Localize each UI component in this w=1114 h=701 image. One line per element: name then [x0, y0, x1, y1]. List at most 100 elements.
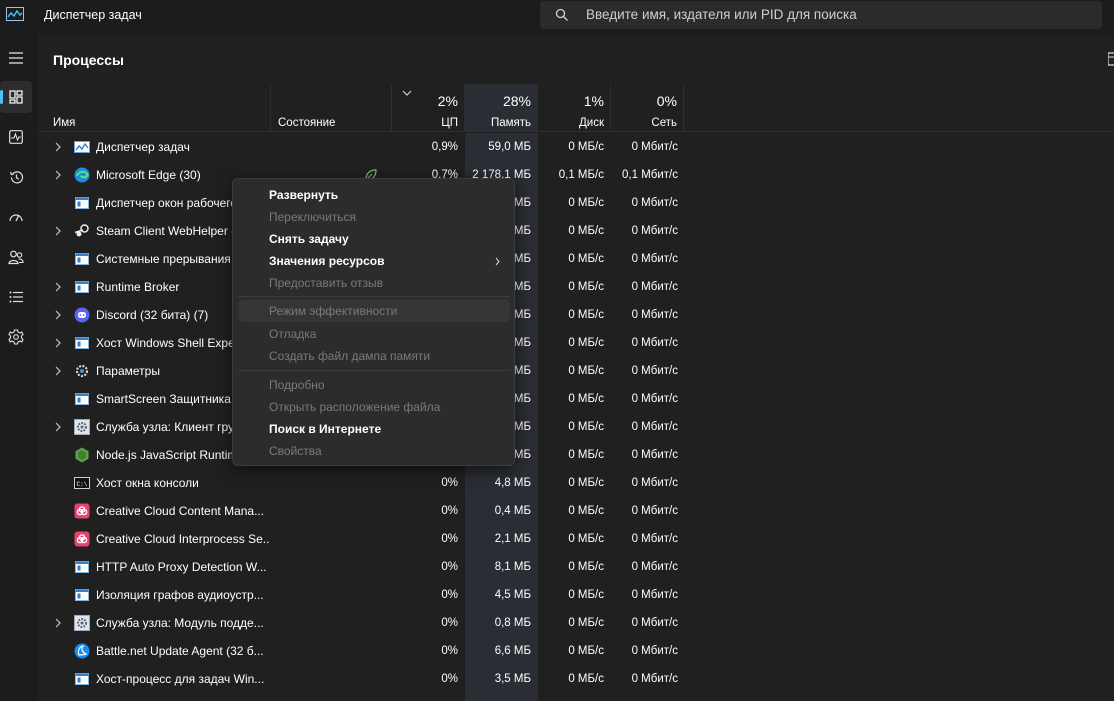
disk-value: 0 МБ/с	[568, 281, 604, 293]
table-row[interactable]: Creative Cloud Content Mana... 0% 0,4 МБ…	[38, 497, 1114, 525]
network-value: 0 Мбит/с	[631, 561, 678, 573]
expand-chevron-icon[interactable]	[55, 338, 61, 348]
table-row[interactable]: Системные прерывания МБ 0 МБ/с 0 Мбит/с	[38, 245, 1114, 273]
process-context-menu: Развернуть Переключиться Снять задачу Зн…	[232, 178, 515, 466]
column-name-label: Имя	[53, 117, 76, 129]
nav-startup-apps[interactable]	[0, 201, 32, 233]
table-row[interactable]: C:\ Хост окна консоли 0% 4,8 МБ 0 МБ/с 0…	[38, 469, 1114, 497]
disk-value: 0 МБ/с	[568, 421, 604, 433]
expand-chevron-icon[interactable]	[55, 282, 61, 292]
menu-item-label: Подробно	[269, 378, 325, 392]
hamburger-menu-icon	[9, 52, 23, 64]
disk-value: 0 МБ/с	[568, 561, 604, 573]
details-icon	[9, 291, 23, 303]
disk-value: 0 МБ/с	[568, 225, 604, 237]
search-input[interactable]: Введите имя, издателя или PID для поиска	[586, 7, 857, 22]
table-row[interactable]: Node.js JavaScript Runtime МБ 0 МБ/с 0 М…	[38, 441, 1114, 469]
nav-app-history[interactable]	[0, 161, 32, 193]
expand-chevron-icon[interactable]	[55, 170, 61, 180]
menu-item-label: Переключиться	[269, 210, 356, 224]
table-row[interactable]: Диспетчер задач 0,9% 59,0 МБ 0 МБ/с 0 Мб…	[38, 133, 1114, 161]
nav-performance[interactable]	[0, 121, 32, 153]
disk-value: 0 МБ/с	[568, 477, 604, 489]
menu-item-end-task[interactable]: Снять задачу	[233, 228, 514, 250]
expand-chevron-icon[interactable]	[55, 226, 61, 236]
table-row[interactable]: Диспетчер окон рабочего стола МБ 0 МБ/с …	[38, 189, 1114, 217]
process-name: Служба узла: Модуль подде...	[96, 616, 264, 630]
table-row[interactable]: Хост-процесс для задач Win... 0% 3,5 МБ …	[38, 665, 1114, 693]
table-row[interactable]: Discord (32 бита) (7) МБ 0 МБ/с 0 Мбит/с	[38, 301, 1114, 329]
column-header-name[interactable]: Имя	[38, 84, 271, 132]
process-name: Creative Cloud Interprocess Se...	[96, 532, 270, 546]
window-title: Диспетчер задач	[44, 8, 142, 22]
column-header-cpu[interactable]: 2% ЦП	[392, 84, 465, 132]
expand-chevron-icon[interactable]	[55, 142, 61, 152]
settings-gear-icon	[75, 364, 89, 378]
nav-users[interactable]	[0, 241, 32, 273]
table-row[interactable]: SmartScreen Защитника Windows МБ 0 МБ/с …	[38, 385, 1114, 413]
cpu-value: 0%	[441, 533, 458, 545]
disk-value: 0 МБ/с	[568, 449, 604, 461]
table-row[interactable]: Хост Windows Shell Experience МБ 0 МБ/с …	[38, 329, 1114, 357]
disk-value: 0 МБ/с	[568, 253, 604, 265]
menu-item-debug: Отладка	[233, 323, 514, 345]
menu-item-open-file-location: Открыть расположение файла	[233, 396, 514, 418]
creative-cloud-icon	[74, 531, 90, 547]
cpu-value: 0%	[441, 617, 458, 629]
table-row[interactable]: Steam Client WebHelper (7) МБ 0 МБ/с 0 М…	[38, 217, 1114, 245]
table-row[interactable]: Runtime Broker МБ 0 МБ/с 0 Мбит/с	[38, 273, 1114, 301]
table-row[interactable]: Параметры МБ 0 МБ/с 0 Мбит/с	[38, 357, 1114, 385]
column-header-disk[interactable]: 1% Диск	[538, 84, 611, 132]
table-row[interactable]: Battle.net Update Agent (32 б... 0% 6,6 …	[38, 637, 1114, 665]
window-process-icon	[75, 337, 89, 349]
memory-value: 6,6 МБ	[494, 645, 531, 657]
expand-chevron-icon[interactable]	[55, 618, 61, 628]
menu-item-resource-values[interactable]: Значения ресурсов	[233, 250, 514, 272]
disk-value: 0 МБ/с	[568, 393, 604, 405]
menu-item-label: Режим эффективности	[269, 304, 398, 318]
window-process-icon	[75, 253, 89, 265]
table-row[interactable]: Изоляция графов аудиоустр... 0% 4,5 МБ 0…	[38, 581, 1114, 609]
table-row[interactable]: Служба узла: Модуль подде... 0% 0,8 МБ 0…	[38, 609, 1114, 637]
process-name: Creative Cloud Content Mana...	[96, 504, 265, 518]
memory-value: 2,1 МБ	[494, 533, 531, 545]
menu-item-efficiency-mode: Режим эффективности	[238, 300, 510, 322]
table-row[interactable]: Microsoft Edge (30) 0,7% 2 178,1 МБ 0,1 …	[38, 161, 1114, 189]
expand-chevron-icon[interactable]	[55, 310, 61, 320]
expand-chevron-icon[interactable]	[55, 366, 61, 376]
table-row[interactable]: Служба узла: Клиент групповой политики М…	[38, 413, 1114, 441]
memory-value: 3,5 МБ	[494, 673, 531, 685]
process-name: Хост-процесс для задач Win...	[96, 672, 265, 686]
network-value: 0 Мбит/с	[631, 141, 678, 153]
column-header-network[interactable]: 0% Сеть	[611, 84, 684, 132]
network-value: 0 Мбит/с	[631, 225, 678, 237]
disk-value: 0 МБ/с	[568, 337, 604, 349]
cpu-value: 0%	[441, 561, 458, 573]
network-value: 0 Мбит/с	[631, 309, 678, 321]
menu-item-expand[interactable]: Развернуть	[233, 184, 514, 206]
page-title: Процессы	[53, 52, 124, 68]
menu-item-search-online[interactable]: Поиск в Интернете	[233, 418, 514, 440]
nav-processes[interactable]	[0, 81, 32, 113]
column-header-status[interactable]: Состояние	[271, 84, 392, 132]
run-task-icon[interactable]	[1108, 52, 1114, 66]
nav-services[interactable]	[0, 321, 32, 353]
disk-value: 0 МБ/с	[568, 141, 604, 153]
disk-total-percent: 1%	[583, 93, 604, 109]
column-header-memory[interactable]: 28% Память	[465, 84, 538, 132]
disk-value: 0 МБ/с	[568, 197, 604, 209]
network-value: 0 Мбит/с	[631, 449, 678, 461]
cpu-value: 0%	[441, 673, 458, 685]
nav-details[interactable]	[0, 281, 32, 313]
network-value: 0 Мбит/с	[631, 365, 678, 377]
expand-chevron-icon[interactable]	[55, 422, 61, 432]
hamburger-menu-button[interactable]	[0, 42, 32, 74]
main-panel: Процессы Имя Состояние 2% ЦП 28% Память …	[38, 34, 1114, 701]
task-manager-app-icon	[6, 7, 24, 21]
search-box[interactable]: Введите имя, издателя или PID для поиска	[540, 1, 1102, 29]
disk-value: 0 МБ/с	[568, 673, 604, 685]
column-header-row: Имя Состояние 2% ЦП 28% Память 1% Диск 0…	[38, 84, 1114, 132]
network-value: 0,1 Мбит/с	[622, 169, 678, 181]
table-row[interactable]: Creative Cloud Interprocess Se... 0% 2,1…	[38, 525, 1114, 553]
table-row[interactable]: HTTP Auto Proxy Detection W... 0% 8,1 МБ…	[38, 553, 1114, 581]
